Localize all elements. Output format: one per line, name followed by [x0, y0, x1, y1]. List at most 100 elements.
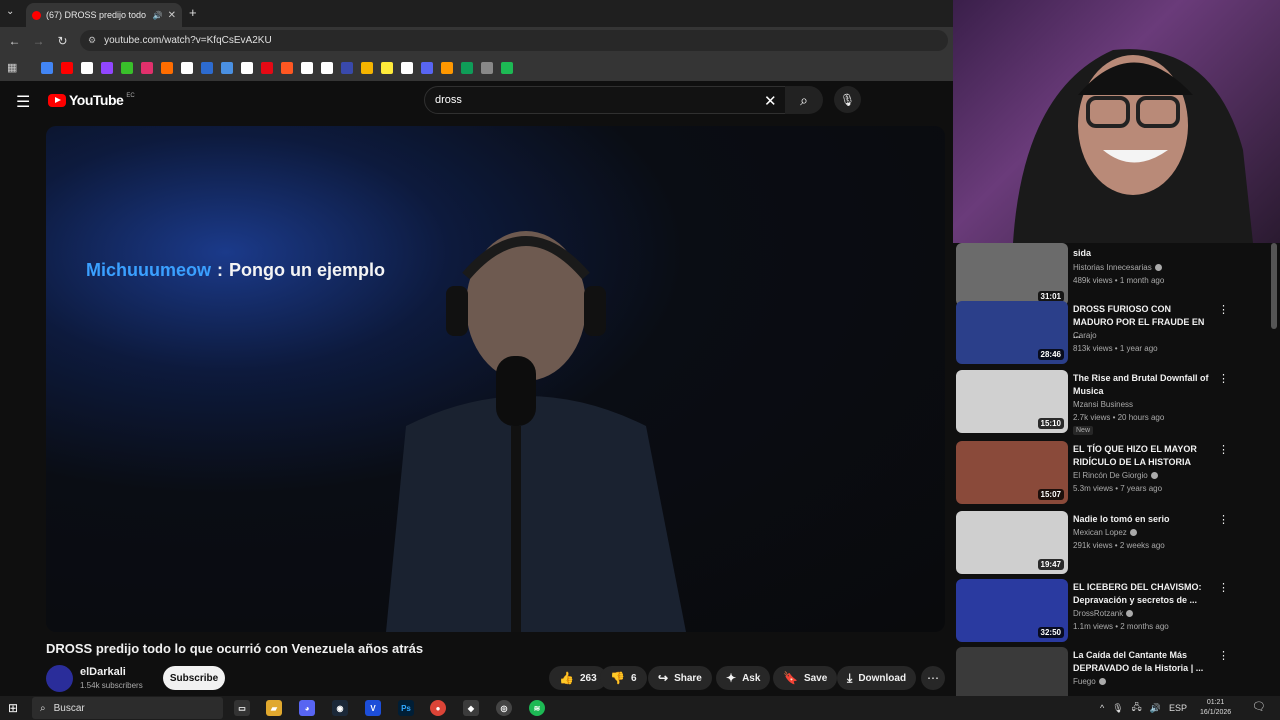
recommendation-thumbnail[interactable]: 15:10 [956, 370, 1068, 433]
steam-icon[interactable]: ◉ [332, 700, 348, 716]
system-clock[interactable]: 01:21 16/1/2026 [1200, 698, 1231, 718]
channel-name[interactable]: elDarkali [80, 666, 126, 678]
bookmark-icon[interactable] [321, 61, 333, 74]
bookmark-icon[interactable] [281, 61, 293, 74]
bookmark-icon[interactable] [41, 61, 53, 74]
save-button[interactable]: 🔖 Save [773, 666, 838, 690]
recommendation-channel[interactable]: DrossRotzank [1073, 609, 1134, 618]
bookmark-icon[interactable] [301, 61, 313, 74]
recommendation-channel[interactable]: Historias Innecesarias [1073, 263, 1162, 272]
bookmark-icon[interactable] [361, 61, 373, 74]
share-button[interactable]: ↪ Share [648, 666, 712, 690]
video-player[interactable]: Michuuumeow : Pongo un ejemplo [46, 126, 945, 632]
recommendation-thumbnail[interactable]: 15:07 [956, 441, 1068, 504]
app-icon[interactable]: ◆ [463, 700, 479, 716]
bookmark-icon[interactable] [461, 61, 473, 74]
hamburger-menu-icon[interactable]: ☰ [16, 92, 30, 112]
bookmark-icon[interactable] [261, 61, 273, 74]
apps-grid-icon[interactable]: ▦ [7, 61, 19, 74]
file-explorer-icon[interactable]: ▰ [266, 700, 282, 716]
recommendation-item[interactable]: 31:01 sida Historias Innecesarias 489k view… [956, 243, 1276, 307]
subscribe-button[interactable]: Subscribe [163, 666, 225, 690]
recommendation-item[interactable]: 32:50 EL ICEBERG DEL CHAVISMO: Depravació… [956, 579, 1276, 643]
more-vertical-icon[interactable]: ⋮ [1218, 443, 1229, 456]
input-language[interactable]: ESP [1169, 703, 1187, 713]
bookmark-icon[interactable] [81, 61, 93, 74]
more-vertical-icon[interactable]: ⋮ [1218, 372, 1229, 385]
ask-button[interactable]: ✦ Ask [716, 666, 771, 690]
recommendation-title[interactable]: Nadie lo tomó en serio [1073, 513, 1211, 526]
recommendation-thumbnail[interactable]: 28:46 [956, 301, 1068, 364]
bookmark-icon[interactable] [441, 61, 453, 74]
bookmark-icon[interactable] [121, 61, 133, 74]
recommendation-title[interactable]: sida [1073, 247, 1211, 260]
recommendation-channel[interactable]: El Rincón De Giorgio [1073, 471, 1158, 480]
chrome-icon[interactable]: ● [430, 700, 446, 716]
back-icon[interactable]: ← [6, 32, 23, 49]
url-bar[interactable]: ⚙ youtube.com/watch?v=KfqCsEvA2KU [80, 30, 948, 51]
recommendation-thumbnail[interactable] [956, 647, 1068, 696]
recommendation-item[interactable]: 15:10 The Rise and Brutal Downfall of Mus… [956, 370, 1276, 435]
browser-tab[interactable]: (67) DROSS predijo todo lo 🔊 ✕ [26, 3, 182, 27]
taskbar-search[interactable]: ⌕ Buscar [32, 697, 223, 719]
reload-icon[interactable]: ↻ [54, 32, 71, 49]
task-view-icon[interactable]: ▭ [234, 700, 250, 716]
recommendation-thumbnail[interactable]: 31:01 [956, 243, 1068, 306]
notifications-icon[interactable]: 🗨 [1252, 700, 1266, 713]
search-input[interactable]: dross [424, 86, 786, 114]
forward-icon[interactable]: → [30, 32, 47, 49]
download-button[interactable]: ⤓ Download [837, 666, 917, 690]
sidebar-scrollbar[interactable] [1271, 243, 1277, 329]
more-vertical-icon[interactable]: ⋮ [1218, 649, 1229, 662]
more-actions-button[interactable]: ⋯ [921, 666, 945, 690]
bookmark-icon[interactable] [201, 61, 213, 74]
bookmark-icon[interactable] [421, 61, 433, 74]
more-vertical-icon[interactable]: ⋮ [1218, 513, 1229, 526]
recommendation-thumbnail[interactable]: 19:47 [956, 511, 1068, 574]
bookmark-icon[interactable] [381, 61, 393, 74]
recommendation-item[interactable]: 19:47 Nadie lo tomó en serio Mexican Lopez… [956, 511, 1276, 575]
spotify-icon[interactable]: ≋ [529, 700, 545, 716]
channel-avatar[interactable] [46, 665, 73, 692]
volume-icon[interactable]: 🔊 [1150, 703, 1161, 714]
tab-list-icon[interactable]: ⌄ [6, 6, 14, 17]
discord-icon[interactable]: ◕ [299, 700, 315, 716]
windows-start-icon[interactable]: ⊞ [8, 701, 18, 715]
recommendation-channel[interactable]: Carajo [1073, 331, 1097, 340]
recommendation-item[interactable]: 28:46 DROSS FURIOSO CON MADURO POR EL FRA… [956, 301, 1276, 365]
site-info-icon[interactable]: ⚙ [88, 35, 96, 46]
recommendation-item[interactable]: La Caída del Cantante Más DEPRAVADO de l… [956, 647, 1276, 696]
like-button[interactable]: 👍 263 [549, 666, 607, 690]
bookmark-icon[interactable] [501, 61, 513, 74]
voice-search-button[interactable]: 🎙 [834, 86, 861, 113]
recommendation-thumbnail[interactable]: 32:50 [956, 579, 1068, 642]
tray-expand-icon[interactable]: ^ [1100, 703, 1104, 713]
new-tab-icon[interactable]: + [189, 5, 197, 20]
search-button[interactable]: ⌕ [785, 86, 823, 114]
vegas-icon[interactable]: V [365, 700, 381, 716]
bookmark-icon[interactable] [101, 61, 113, 74]
recommendation-title[interactable]: EL ICEBERG DEL CHAVISMO: Depravación y s… [1073, 581, 1211, 607]
bookmark-icon[interactable] [401, 61, 413, 74]
bookmark-icon[interactable] [61, 61, 73, 74]
recommendation-title[interactable]: La Caída del Cantante Más DEPRAVADO de l… [1073, 649, 1211, 675]
obs-icon[interactable]: ◎ [496, 700, 512, 716]
dislike-button[interactable]: 👎 6 [600, 666, 647, 690]
recommendation-title[interactable]: The Rise and Brutal Downfall of Musica [1073, 372, 1211, 398]
recommendation-title[interactable]: EL TÍO QUE HIZO EL MAYOR RIDÍCULO DE LA … [1073, 443, 1211, 469]
clear-search-icon[interactable]: ✕ [764, 92, 777, 110]
youtube-logo[interactable]: YouTube EC [48, 92, 135, 108]
recommendation-channel[interactable]: Mzansi Business [1073, 400, 1133, 409]
photoshop-icon[interactable]: Ps [398, 700, 414, 716]
recommendation-channel[interactable]: Fuego [1073, 677, 1106, 686]
recommendation-channel[interactable]: Mexican Lopez [1073, 528, 1137, 537]
bookmark-icon[interactable] [221, 61, 233, 74]
more-vertical-icon[interactable]: ⋮ [1218, 581, 1229, 594]
bookmark-icon[interactable] [181, 61, 193, 74]
speaker-icon[interactable]: 🔊 [153, 11, 163, 20]
microphone-tray-icon[interactable]: 🎙 [1112, 703, 1123, 714]
close-tab-icon[interactable]: ✕ [168, 10, 176, 21]
bookmark-icon[interactable] [481, 61, 493, 74]
network-icon[interactable]: 🖧 [1132, 700, 1142, 716]
bookmark-icon[interactable] [161, 61, 173, 74]
